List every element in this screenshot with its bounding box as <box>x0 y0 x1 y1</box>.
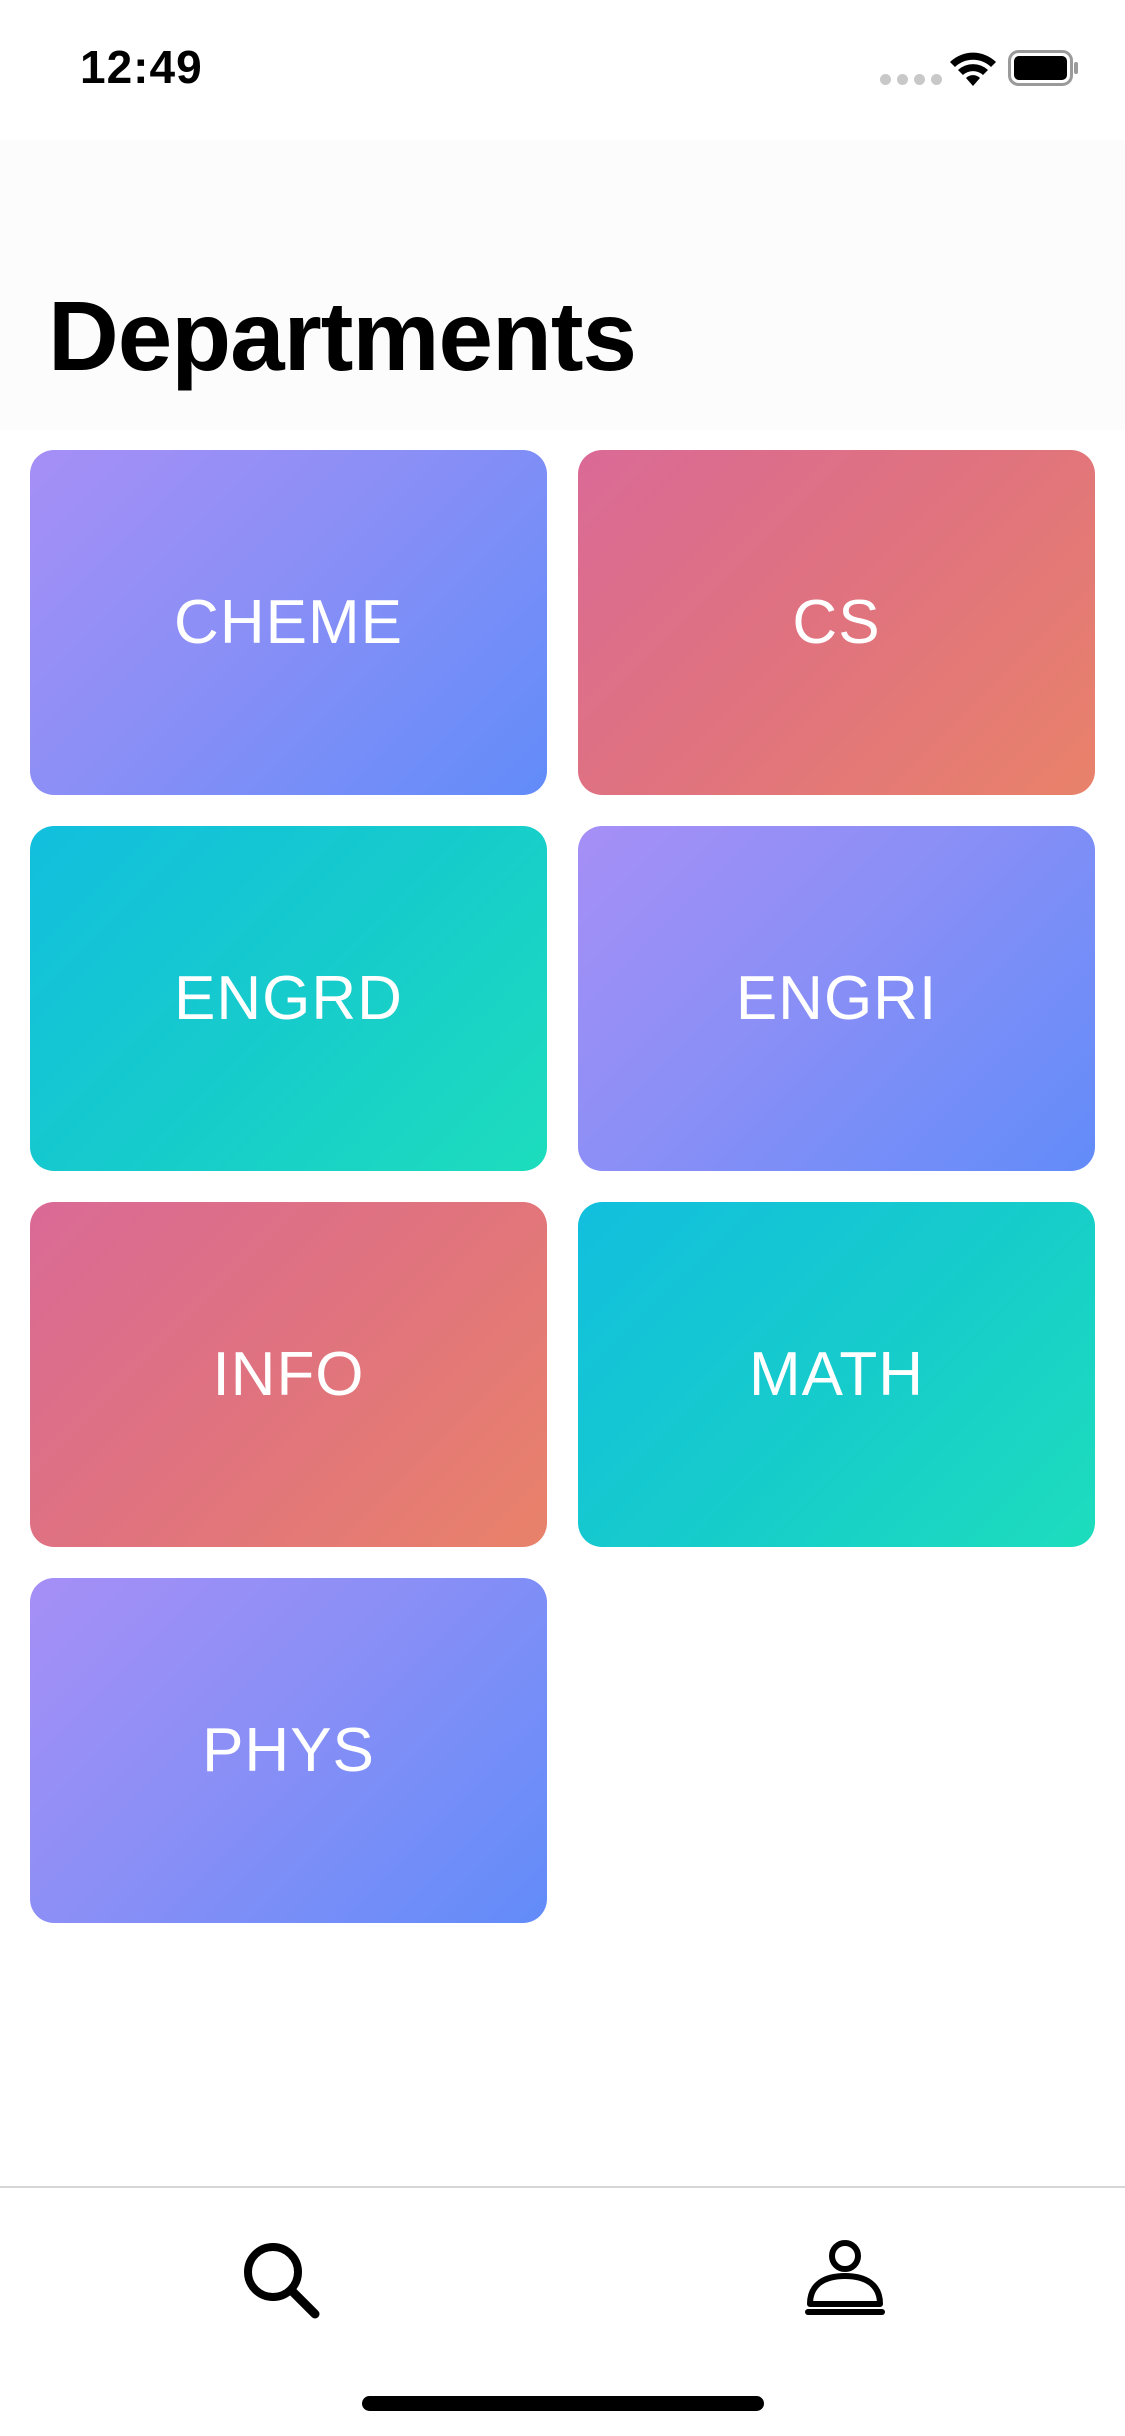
department-card-engri[interactable]: ENGRI <box>578 826 1095 1171</box>
department-grid: CHEME CS ENGRD ENGRI INFO MATH PHYS <box>30 450 1095 1923</box>
battery-icon <box>1008 50 1078 86</box>
department-label: ENGRD <box>174 964 403 1033</box>
department-label: INFO <box>212 1340 365 1409</box>
department-label: MATH <box>748 1340 925 1409</box>
person-icon[interactable] <box>800 2232 890 2322</box>
department-label: ENGRI <box>735 964 938 1033</box>
header: Departments <box>0 140 1125 430</box>
department-card-engrd[interactable]: ENGRD <box>30 826 547 1171</box>
department-label: CHEME <box>174 588 403 657</box>
home-indicator[interactable] <box>362 2396 764 2411</box>
department-card-cheme[interactable]: CHEME <box>30 450 547 795</box>
page-title: Departments <box>48 281 637 391</box>
department-card-phys[interactable]: PHYS <box>30 1578 547 1923</box>
status-bar: 12:49 <box>0 0 1125 140</box>
department-card-info[interactable]: INFO <box>30 1202 547 1547</box>
department-card-cs[interactable]: CS <box>578 450 1095 795</box>
signal-dots-icon <box>880 74 942 85</box>
search-icon[interactable] <box>235 2234 325 2324</box>
wifi-icon <box>950 52 996 86</box>
department-card-math[interactable]: MATH <box>578 1202 1095 1547</box>
status-time: 12:49 <box>80 41 203 93</box>
screen: 12:49 Departments CHEME CS ENGRD ENGRI I… <box>0 0 1125 2436</box>
department-label: CS <box>792 588 881 657</box>
department-label: PHYS <box>202 1716 375 1785</box>
